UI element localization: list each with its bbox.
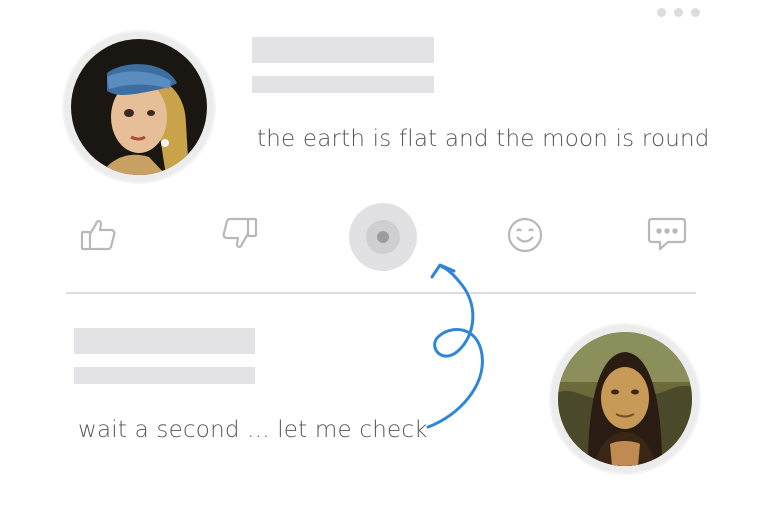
menu-dot: [691, 8, 700, 17]
menu-dot: [657, 8, 666, 17]
top-post-avatar: [64, 32, 214, 182]
menu-dot: [674, 8, 683, 17]
mona-lisa-portrait-icon: [558, 332, 692, 466]
top-post-subtitle-placeholder: [252, 76, 434, 93]
post-divider: [66, 292, 696, 294]
thumbs-up-icon[interactable]: [76, 212, 120, 256]
top-post-name-placeholder: [252, 37, 434, 63]
curly-arrow-icon: [426, 263, 484, 429]
bottom-post-avatar: [551, 325, 699, 473]
girl-with-pearl-earring-portrait-icon: [71, 39, 207, 175]
bottom-post-subtitle-placeholder: [74, 367, 255, 384]
record-button[interactable]: [349, 203, 417, 271]
comment-icon[interactable]: [645, 211, 689, 255]
more-dots-icon[interactable]: [657, 8, 700, 17]
bottom-post-name-placeholder: [74, 328, 255, 354]
bottom-post-message: wait a second ... let me check: [78, 417, 428, 443]
top-post-message: the earth is flat and the moon is round: [257, 126, 710, 152]
thumbs-down-icon[interactable]: [218, 212, 262, 256]
record-icon: [366, 220, 400, 254]
smile-icon[interactable]: [503, 213, 547, 257]
record-core: [377, 231, 389, 243]
